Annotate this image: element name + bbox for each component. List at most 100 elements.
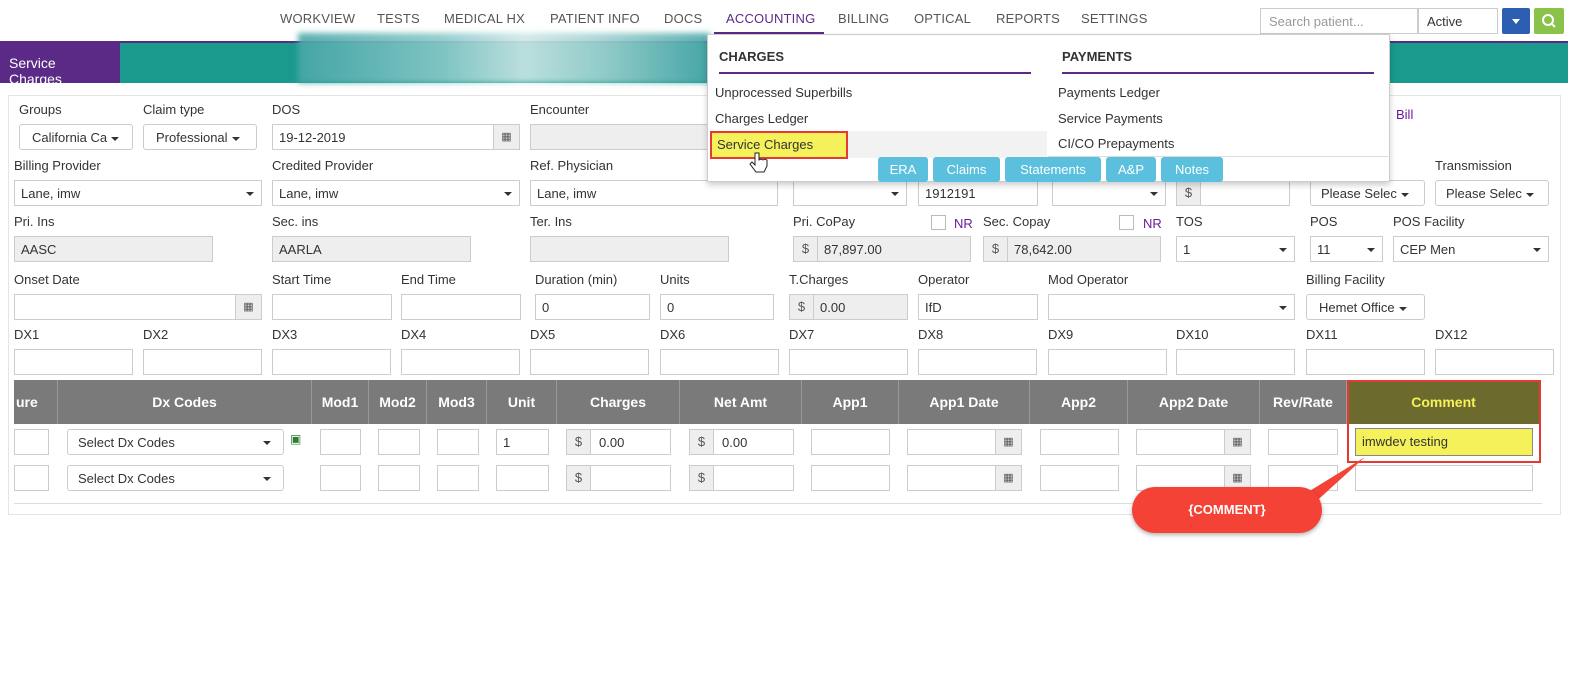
calendar-icon[interactable]: ▦	[493, 125, 519, 149]
dx1-input[interactable]	[14, 349, 133, 375]
dos-input[interactable]: 19-12-2019 ▦	[272, 124, 520, 150]
dx5-input[interactable]	[530, 349, 649, 375]
search-button[interactable]	[1534, 8, 1564, 34]
status-dropdown-button[interactable]	[1502, 8, 1530, 34]
app1-input[interactable]	[811, 429, 890, 455]
dx9-input[interactable]	[1048, 349, 1167, 375]
unit-input[interactable]: 1	[496, 429, 549, 455]
app1-date-input[interactable]: ▦	[907, 465, 1022, 491]
app2-input[interactable]	[1040, 429, 1119, 455]
calendar-icon[interactable]: ▦	[235, 295, 261, 319]
nav-workview[interactable]: WORKVIEW	[280, 11, 355, 26]
charges-input[interactable]: $0.00	[566, 429, 671, 455]
dx3-input[interactable]	[272, 349, 391, 375]
caret-icon	[231, 136, 240, 141]
claim-number-input[interactable]: 1912191	[918, 180, 1038, 206]
dx4-input[interactable]	[401, 349, 520, 375]
duration-input[interactable]: 0	[535, 294, 650, 320]
comment-textarea[interactable]	[1355, 465, 1533, 491]
ref-physician-input[interactable]: Lane, imw	[530, 180, 778, 206]
dx-lookup-icon[interactable]: ▣	[290, 432, 301, 446]
nav-patient-info[interactable]: PATIENT INFO	[550, 11, 640, 26]
dos-label: DOS	[272, 102, 301, 117]
calendar-icon[interactable]: ▦	[1224, 430, 1250, 454]
mod3-input[interactable]	[437, 465, 479, 491]
rev-rate-input[interactable]	[1268, 429, 1338, 455]
search-icon	[1542, 14, 1556, 28]
nav-docs[interactable]: DOCS	[664, 11, 702, 26]
calendar-icon[interactable]: ▦	[995, 430, 1021, 454]
calendar-icon[interactable]: ▦	[995, 466, 1021, 490]
era-button[interactable]: ERA	[878, 157, 928, 182]
transmission-select[interactable]: Please Selec	[1435, 180, 1549, 206]
nav-settings[interactable]: SETTINGS	[1081, 11, 1148, 26]
dx12-input[interactable]	[1435, 349, 1554, 375]
start-time-input[interactable]	[272, 294, 392, 320]
dx-codes-select[interactable]: Select Dx Codes	[67, 465, 284, 491]
app1-date-input[interactable]: ▦	[907, 429, 1022, 455]
dx-codes-select[interactable]: Select Dx Codes	[67, 429, 284, 455]
menu-charges-ledger[interactable]: Charges Ledger	[715, 111, 808, 126]
nav-tests[interactable]: TESTS	[377, 11, 420, 26]
operator-input[interactable]: IfD	[918, 294, 1038, 320]
end-time-input[interactable]	[401, 294, 521, 320]
notes-button[interactable]: Notes	[1161, 157, 1223, 182]
claims-button[interactable]: Claims	[933, 157, 1000, 182]
pri-copay-nr-checkbox[interactable]	[931, 215, 946, 230]
dx11-input[interactable]	[1306, 349, 1425, 375]
nav-accounting[interactable]: ACCOUNTING	[726, 11, 815, 26]
pos-select[interactable]: 11	[1310, 236, 1383, 262]
please-select-dropdown[interactable]: Please Selec	[1310, 180, 1425, 206]
mod1-input[interactable]	[320, 465, 361, 491]
menu-unprocessed-superbills[interactable]: Unprocessed Superbills	[715, 85, 852, 100]
procedure-input[interactable]	[14, 465, 49, 491]
unit-input[interactable]	[496, 465, 549, 491]
billing-provider-select[interactable]: Lane, imw	[14, 180, 262, 206]
nav-optical[interactable]: OPTICAL	[914, 11, 971, 26]
units-input[interactable]: 0	[660, 294, 774, 320]
dx2-input[interactable]	[143, 349, 262, 375]
app1-input[interactable]	[811, 465, 890, 491]
nav-medical-hx[interactable]: MEDICAL HX	[444, 11, 525, 26]
claim-type-select[interactable]: Professional	[143, 124, 257, 150]
net-amt-input[interactable]: $	[689, 465, 794, 491]
patient-search-input[interactable]: Search patient...	[1260, 8, 1418, 34]
ap-button[interactable]: A&P	[1106, 157, 1156, 182]
mod-operator-select[interactable]	[1048, 294, 1295, 320]
dx7-input[interactable]	[789, 349, 908, 375]
dx6-input[interactable]	[660, 349, 779, 375]
charges-input[interactable]: $	[566, 465, 671, 491]
nav-billing[interactable]: BILLING	[838, 11, 889, 26]
credited-provider-select[interactable]: Lane, imw	[272, 180, 520, 206]
dx10-input[interactable]	[1176, 349, 1295, 375]
col-charges-header: Charges	[557, 380, 680, 424]
mod1-input[interactable]	[320, 429, 361, 455]
pri-copay-input: $87,897.00	[793, 236, 971, 262]
tos-select[interactable]: 1	[1176, 236, 1295, 262]
menu-service-payments[interactable]: Service Payments	[1058, 111, 1163, 126]
app2-input[interactable]	[1040, 465, 1119, 491]
nav-reports[interactable]: REPORTS	[996, 11, 1060, 26]
menu-ci-co-prepayments[interactable]: CI/CO Prepayments	[1058, 136, 1174, 151]
amount-input[interactable]: $	[1176, 180, 1290, 206]
patient-status-select[interactable]: Active	[1418, 8, 1498, 34]
app2-date-input[interactable]: ▦	[1136, 429, 1251, 455]
statements-button[interactable]: Statements	[1005, 157, 1101, 182]
onset-date-input[interactable]: ▦	[14, 294, 262, 320]
menu-service-charges[interactable]: Service Charges	[710, 131, 848, 159]
hidden-select-2[interactable]	[1052, 180, 1166, 206]
billing-facility-select[interactable]: Hemet Office	[1306, 294, 1425, 320]
hidden-select-1[interactable]	[793, 180, 907, 206]
mod2-input[interactable]	[378, 465, 420, 491]
pos-facility-select[interactable]: CEP Men	[1393, 236, 1549, 262]
sec-copay-nr-checkbox[interactable]	[1119, 215, 1134, 230]
transmission-label: Transmission	[1435, 158, 1512, 173]
groups-select[interactable]: California Ca	[19, 124, 133, 150]
mod2-input[interactable]	[378, 429, 420, 455]
mod3-input[interactable]	[437, 429, 479, 455]
procedure-input[interactable]	[14, 429, 49, 455]
net-amt-input[interactable]: $0.00	[689, 429, 794, 455]
dx8-input[interactable]	[918, 349, 1037, 375]
bill-link[interactable]: Bill	[1396, 107, 1413, 122]
menu-payments-ledger[interactable]: Payments Ledger	[1058, 85, 1160, 100]
